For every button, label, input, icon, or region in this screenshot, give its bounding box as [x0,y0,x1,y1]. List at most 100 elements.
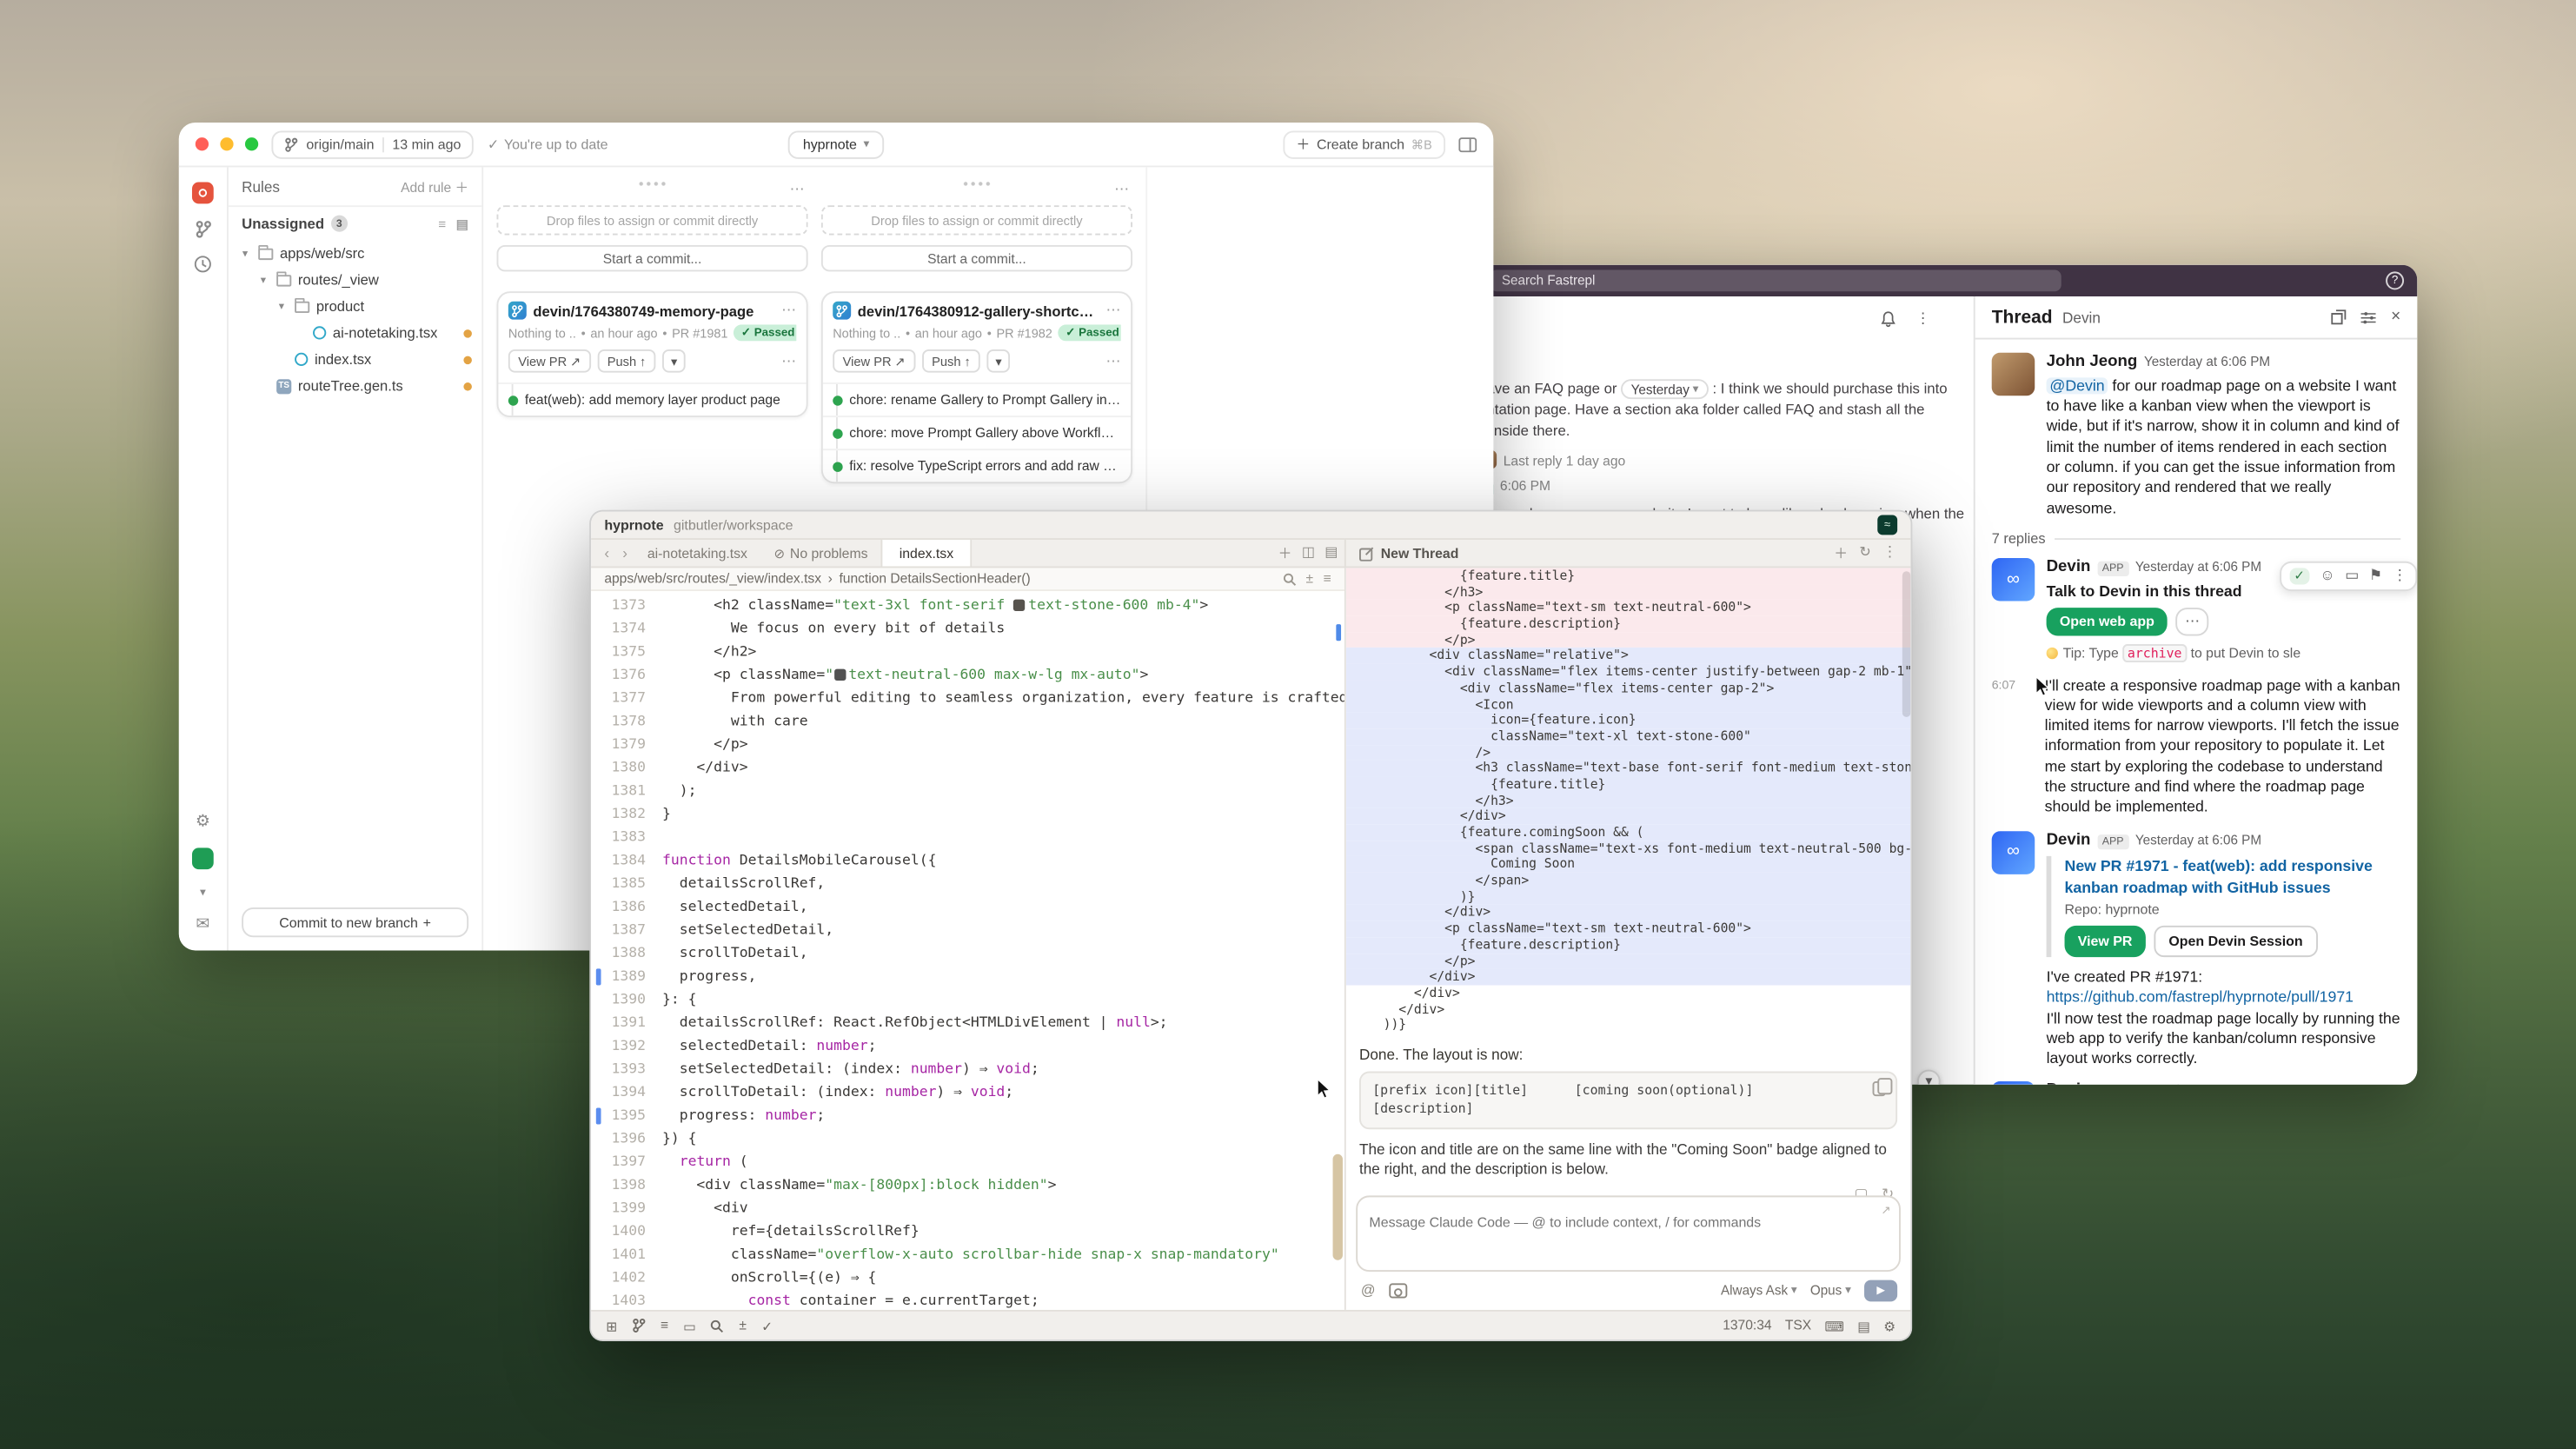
tab-ai-notetaking[interactable]: ai-notetaking.tsx [634,540,761,566]
mention[interactable]: @Devin [2047,377,2108,394]
close-window-button[interactable] [196,137,209,150]
pr-url-link[interactable]: https://github.com/fastrepl/hyprnote/pul… [2047,987,2401,1007]
filter-icon[interactable] [2361,310,2376,323]
diff-icon[interactable]: ± [739,1318,747,1333]
editor-title-bar[interactable]: hyprnote gitbutler/workspace ≈ [591,512,1910,540]
lane-drag-handle[interactable] [637,181,667,188]
branches-icon[interactable] [195,220,211,238]
assistant-menu-icon[interactable]: ⋮ [1882,543,1897,563]
lane-menu-icon[interactable]: ⋯ [1114,181,1129,199]
outline-icon[interactable]: ≡ [1324,571,1331,586]
branch-title[interactable]: devin/1764380912-gallery-shortcuts [858,302,1099,319]
search-icon[interactable] [711,1319,724,1332]
commit-row[interactable]: fix: resolve TypeScript errors and add r… [823,449,1131,482]
tree-item-5[interactable]: TSrouteTree.gen.ts [229,373,481,399]
zoom-window-button[interactable] [245,137,258,150]
split-pane-icon[interactable]: ◫ [1302,543,1315,563]
commit-row[interactable]: chore: rename Gallery to Prompt Gallery … [823,382,1131,415]
last-reply-link[interactable]: Last reply 1 day ago [1478,450,1625,469]
workspace-icon[interactable] [192,183,214,204]
feedback-mail-icon[interactable]: ✉ [196,915,209,934]
breadcrumb[interactable]: apps/web/src/routes/_view/index.tsx › fu… [591,568,1344,591]
lane-drag-handle[interactable] [962,181,992,188]
language-mode[interactable]: TSX [1785,1318,1811,1333]
project-avatar[interactable] [192,847,214,869]
settings-gear-icon[interactable]: ⚙ [1883,1317,1895,1333]
grid-view-icon[interactable]: ▤ [456,216,468,231]
mention-context-icon[interactable]: @ [1361,1281,1376,1298]
tree-item-4[interactable]: index.tsx [229,346,481,372]
pr-number[interactable]: PR #1982 [997,325,1052,340]
layout-icon[interactable]: ▤ [1325,543,1338,563]
nav-back-icon[interactable]: ‹ [598,545,616,562]
close-icon[interactable]: × [2391,308,2400,326]
panel-toggle-icon[interactable] [1458,136,1477,151]
add-rule-button[interactable]: Add rule ＋ [401,176,468,196]
diagnostics-summary[interactable]: ⊘No problems [760,540,881,566]
commit-row[interactable]: chore: move Prompt Gallery above Workflo… [823,415,1131,449]
user-name[interactable]: Devin [2047,1080,2091,1085]
permission-mode-select[interactable]: Always Ask▾ [1721,1282,1797,1297]
avatar[interactable] [1992,353,2035,396]
popout-icon[interactable] [2332,309,2347,324]
drop-zone[interactable]: Drop files to assign or commit directly [497,205,808,235]
grid-icon[interactable]: ⊞ [606,1317,617,1333]
nav-forward-icon[interactable]: › [616,545,634,562]
project-switcher[interactable]: hyprnote▾ [788,130,885,158]
user-name[interactable]: Devin [2047,558,2091,580]
open-devin-session-button[interactable]: Open Devin Session [2154,926,2318,957]
more-options-button[interactable]: ⋯ [2176,608,2209,636]
thread-reply-icon[interactable]: ▭ [2345,567,2359,587]
user-name[interactable]: Devin [2047,830,2091,852]
send-button[interactable]: ▶ [1864,1280,1897,1301]
create-branch-button[interactable]: ＋Create branch⌘B [1283,130,1445,158]
new-tab-icon[interactable]: ＋ [1278,543,1292,563]
view-pr-button[interactable]: View PR [2065,926,2146,957]
completed-check-reaction[interactable]: ✓ [2289,568,2310,585]
tree-item-0[interactable]: ▾apps/web/src [229,240,481,266]
timestamp[interactable]: Yesterday at 6:06 PM [2135,560,2261,577]
search-icon[interactable] [1283,572,1296,585]
copy-icon[interactable] [1873,1081,1886,1096]
push-button[interactable]: Push ↑ [597,349,655,373]
diff-icon[interactable]: ± [1306,571,1314,586]
tree-item-3[interactable]: ai-notetaking.tsx [229,320,481,346]
avatar[interactable]: ∞ [1992,1080,2035,1085]
lane-menu-icon[interactable]: ⋯ [790,181,805,199]
bell-icon[interactable] [1881,310,1895,327]
bookmark-icon[interactable]: ⚑ [2369,567,2382,587]
push-button[interactable]: Push ↑ [922,349,980,373]
code-editor[interactable]: 1373137413751376137713781379138013811382… [591,591,1344,1310]
start-commit-button[interactable]: Start a commit... [821,245,1132,271]
cursor-position[interactable]: 1370:34 [1723,1318,1771,1333]
branch-title[interactable]: devin/1764380749-memory-page [533,302,774,319]
push-options-button[interactable]: ▾ [662,349,686,373]
help-icon[interactable]: ? [2386,271,2404,289]
expand-input-icon[interactable]: ↗ [1881,1204,1890,1217]
start-commit-button[interactable]: Start a commit... [497,245,808,271]
drop-zone[interactable]: Drop files to assign or commit directly [821,205,1132,235]
card-menu-icon[interactable]: ⋯ [781,352,796,370]
open-web-app-button[interactable]: Open web app [2047,608,2168,637]
user-name[interactable]: John Jeong [2047,353,2138,375]
view-pr-button[interactable]: View PR ↗ [833,349,915,373]
branch-menu-icon[interactable]: ⋯ [781,302,796,320]
pr-link[interactable]: New PR #1971 - feat(web): add responsive… [2065,857,2401,898]
list-view-icon[interactable]: ≡ [438,216,446,231]
settings-gear-icon[interactable]: ⚙ [196,813,210,831]
push-options-button[interactable]: ▾ [987,349,1011,373]
thread-history-icon[interactable]: ↻ [1859,543,1870,563]
assistant-input[interactable]: ↗ [1356,1195,1901,1272]
add-reaction-icon[interactable]: ☺ [2320,567,2335,587]
check-icon[interactable]: ✓ [761,1317,773,1333]
terminal-icon[interactable]: ▭ [683,1317,696,1333]
assistant-scrollbar[interactable] [1902,571,1911,717]
date-pill[interactable]: Yesterday▾ [1621,379,1709,399]
pr-number[interactable]: PR #1981 [672,325,727,340]
more-actions-icon[interactable]: ⋮ [2393,567,2407,587]
message-input[interactable] [1369,1213,1861,1230]
list-icon[interactable]: ≡ [661,1318,668,1333]
branch-menu-icon[interactable]: ⋯ [1106,302,1121,320]
minimize-window-button[interactable] [220,137,233,150]
view-pr-button[interactable]: View PR ↗ [508,349,591,373]
